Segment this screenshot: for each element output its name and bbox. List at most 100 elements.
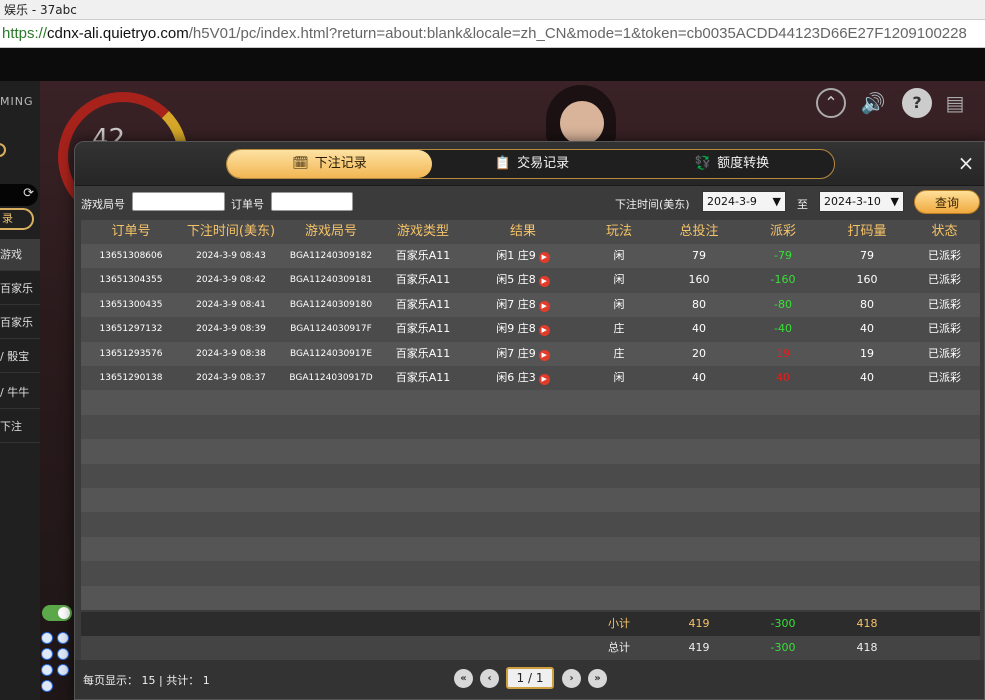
page-indicator[interactable]: 1 / 1 <box>506 667 554 689</box>
play-replay-icon[interactable]: ▶ <box>538 276 550 288</box>
clipboard-icon[interactable]: ▤ <box>940 88 970 118</box>
chevron-up-icon[interactable]: ⌃ <box>816 88 846 118</box>
window-title: 娱乐 - 37abc <box>0 0 985 20</box>
url-scheme: https:// <box>2 25 48 42</box>
cell-type: 百家乐A11 <box>395 297 451 311</box>
volume-icon[interactable]: 🔊 <box>858 88 888 118</box>
sidebar-item-record[interactable]: 录 <box>0 208 34 230</box>
sidebar-item-baccarat-2[interactable]: 百家乐 <box>0 307 40 339</box>
cell-type: 百家乐A11 <box>395 322 451 336</box>
cell-turnover: 80 <box>860 297 874 311</box>
cell-status: 已派彩 <box>928 322 961 336</box>
to-label: 至 <box>797 198 808 211</box>
cell-result: 闲1 庄9 ▶ <box>465 244 581 268</box>
cell-total: 20 <box>692 346 706 360</box>
address-bar[interactable]: https://cdnx-ali.quietryo.com/h5V01/pc/i… <box>0 20 985 48</box>
empty-table-row <box>81 561 980 586</box>
bet-record-table: 订单号 下注时间(美东) 游戏局号 游戏类型 结果 玩法 总投注 派彩 打码量 … <box>81 220 980 634</box>
help-icon[interactable]: ? <box>902 88 932 118</box>
cell-payout: -79 <box>774 249 792 262</box>
refresh-bar[interactable]: ⟳ <box>0 184 38 206</box>
play-replay-icon[interactable]: ▶ <box>538 349 550 361</box>
empty-table-row <box>81 488 980 513</box>
col-payout: 派彩 <box>769 224 796 239</box>
cell-round: BGA1124030917F <box>290 324 372 335</box>
subtotal-turnover: 418 <box>856 617 878 630</box>
cell-total: 160 <box>688 273 710 287</box>
cell-result: 闲7 庄8 ▶ <box>465 293 581 317</box>
table-row: 13651297132 2024-3-9 08:39 BGA1124030917F 百… <box>81 317 980 342</box>
order-label: 订单号 <box>231 198 264 211</box>
sidebar-item-bet[interactable]: 下注 <box>0 411 40 443</box>
play-replay-icon[interactable]: ▶ <box>538 325 550 337</box>
play-replay-icon[interactable]: ▶ <box>538 300 550 312</box>
cell-result: 闲7 庄9 ▶ <box>465 342 581 366</box>
start-date-select[interactable]: 2024-3-9 ▼ <box>702 191 786 212</box>
cell-status: 已派彩 <box>928 346 961 360</box>
cell-total: 40 <box>692 322 706 336</box>
last-page-button[interactable]: » <box>588 669 607 688</box>
tab-transaction-record[interactable]: 📋 交易记录 <box>432 150 632 178</box>
prev-page-button[interactable]: ‹ <box>480 669 499 688</box>
cell-bet-on: 闲 <box>613 297 625 311</box>
grandtotal-turnover: 418 <box>856 641 878 654</box>
close-button[interactable]: × <box>956 152 976 174</box>
tab-bet-record[interactable]: 🗓 下注记录 <box>227 150 432 178</box>
play-replay-icon[interactable]: ▶ <box>538 252 550 263</box>
cell-order: 13651293576 <box>99 348 163 359</box>
cell-result: 闲5 庄8 ▶ <box>465 268 581 292</box>
cell-order: 13651304355 <box>99 275 163 286</box>
cell-time: 2024-3-9 08:41 <box>196 299 266 310</box>
sidebar-item-games[interactable]: 游戏 <box>0 239 40 271</box>
cell-round: BGA11240309182 <box>289 251 373 261</box>
cell-time: 2024-3-9 08:39 <box>196 324 266 335</box>
order-input[interactable] <box>271 192 353 211</box>
cell-status: 已派彩 <box>928 249 961 262</box>
game-round-input[interactable] <box>132 192 225 211</box>
cell-type: 百家乐A11 <box>395 371 451 384</box>
table-row: 13651308606 2024-3-9 08:43 BGA11240309182 百… <box>81 244 980 269</box>
cell-payout: -80 <box>774 297 792 311</box>
col-order: 订单号 <box>111 224 151 239</box>
cell-turnover: 40 <box>860 371 874 384</box>
tab-credit-transfer[interactable]: 💱 额度转换 <box>632 150 832 178</box>
browser-dark-strip <box>0 48 985 81</box>
sidebar-item-niuniu[interactable]: / 牛牛 <box>0 377 40 409</box>
menu-circle-icon[interactable] <box>0 143 6 157</box>
grandtotal-label: 总计 <box>608 641 630 654</box>
cell-bet-on: 庄 <box>613 346 625 360</box>
end-date-select[interactable]: 2024-3-10 ▼ <box>819 191 904 212</box>
refresh-icon[interactable]: ⟳ <box>23 186 34 201</box>
sidebar-item-sicbo[interactable]: / 骰宝 <box>0 341 40 373</box>
cell-status: 已派彩 <box>928 273 961 287</box>
col-status: 状态 <box>931 224 958 239</box>
toggle-switch[interactable] <box>42 605 72 621</box>
query-button[interactable]: 查询 <box>914 190 980 214</box>
subtotal-label: 小计 <box>608 617 630 630</box>
table-row: 13651304355 2024-3-9 08:42 BGA11240309181 百… <box>81 268 980 293</box>
left-sidebar: MING ⟳ 录 游戏 百家乐 百家乐 / 骰宝 / 牛牛 下注 <box>0 81 40 700</box>
cell-order: 13651308606 <box>99 251 163 261</box>
cell-payout: 40 <box>776 371 790 384</box>
table-header: 订单号 下注时间(美东) 游戏局号 游戏类型 结果 玩法 总投注 派彩 打码量 … <box>81 220 980 244</box>
first-page-button[interactable]: « <box>454 669 473 688</box>
cell-result: 闲6 庄3 ▶ <box>465 366 581 390</box>
cell-result: 闲9 庄8 ▶ <box>465 317 581 341</box>
cell-turnover: 40 <box>860 322 874 336</box>
cell-bet-on: 庄 <box>613 322 625 336</box>
grandtotal-row: 总计 419 -300 418 <box>81 636 980 660</box>
empty-table-row <box>81 414 980 440</box>
cell-status: 已派彩 <box>928 297 961 311</box>
sidebar-item-baccarat-1[interactable]: 百家乐 <box>0 273 40 305</box>
cell-payout: -40 <box>774 322 792 336</box>
subtotal-row: 小计 419 -300 418 <box>81 612 980 636</box>
empty-table-row <box>81 585 980 610</box>
wallet-icon: 💱 <box>694 156 712 171</box>
next-page-button[interactable]: › <box>562 669 581 688</box>
cell-time: 2024-3-9 08:37 <box>196 373 266 383</box>
play-replay-icon[interactable]: ▶ <box>538 374 550 385</box>
cell-time: 2024-3-9 08:42 <box>196 275 266 286</box>
bet-time-label: 下注时间(美东) <box>615 198 690 211</box>
tab-bar: 🗓 下注记录 📋 交易记录 💱 额度转换 <box>226 149 835 179</box>
total-count: 1 <box>202 674 210 687</box>
